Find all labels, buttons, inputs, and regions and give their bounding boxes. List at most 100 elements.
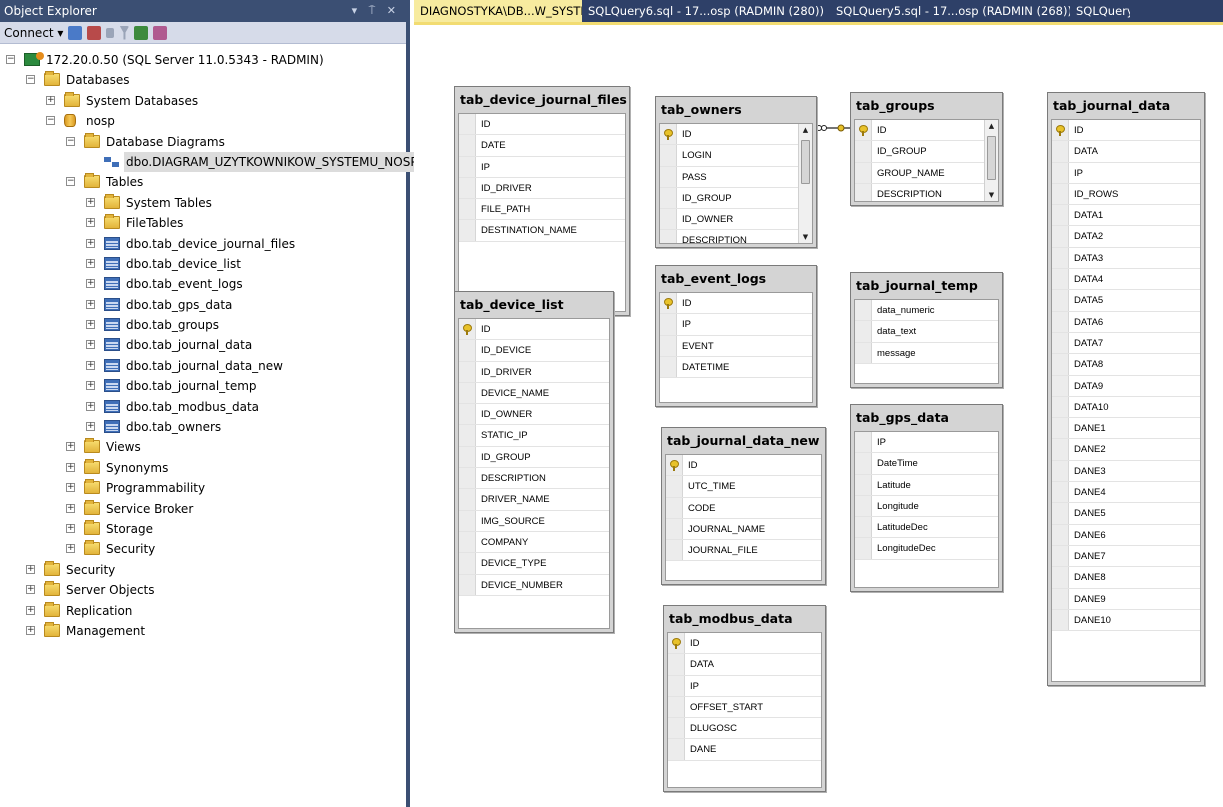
column-row[interactable]: PASS (660, 166, 812, 188)
column-row[interactable]: ID_GROUP (660, 187, 812, 210)
tree-node[interactable]: + System Tables (0, 193, 406, 213)
tree-node[interactable]: + dbo.tab_device_list (0, 254, 406, 274)
tree-node[interactable]: + dbo.tab_device_journal_files (0, 234, 406, 254)
column-row[interactable]: Longitude (855, 495, 998, 518)
expand-icon[interactable]: + (86, 258, 95, 268)
expand-icon[interactable]: + (86, 279, 95, 289)
column-row[interactable]: DESCRIPTION (660, 230, 812, 243)
column-row[interactable]: LatitudeDec (855, 517, 998, 539)
tree-node[interactable]: + dbo.tab_journal_data_new (0, 356, 406, 376)
column-row[interactable]: JOURNAL_FILE (666, 540, 821, 562)
expand-icon[interactable]: + (26, 605, 35, 615)
column-row[interactable]: DATA7 (1052, 332, 1200, 355)
column-row[interactable]: ID (668, 633, 821, 655)
expand-icon[interactable]: + (86, 218, 95, 228)
column-row[interactable]: DATA3 (1052, 247, 1200, 270)
tree-node[interactable]: + dbo.tab_modbus_data (0, 397, 406, 417)
column-row[interactable]: COMPANY (459, 531, 609, 554)
expand-icon[interactable]: + (86, 401, 95, 411)
column-row[interactable]: IP (459, 156, 625, 178)
column-row[interactable]: DESCRIPTION (459, 468, 609, 490)
tree-node[interactable]: − Tables (0, 172, 406, 192)
expand-icon[interactable]: + (86, 340, 95, 350)
column-row[interactable]: ID (660, 124, 812, 146)
column-row[interactable]: JOURNAL_NAME (666, 518, 821, 541)
diagram-table[interactable]: tab_device_list ID ID_DEVICE ID_DRIVER DEVIC… (454, 291, 614, 633)
collapse-icon[interactable]: − (66, 136, 75, 146)
column-row[interactable]: DATETIME (660, 356, 812, 379)
column-row[interactable]: DLUGOSC (668, 718, 821, 740)
expand-icon[interactable]: + (66, 523, 75, 533)
column-row[interactable]: DEVICE_NAME (459, 382, 609, 405)
column-row[interactable]: DESCRIPTION (855, 183, 998, 201)
tree-node[interactable]: − 172.20.0.50 (SQL Server 11.0.5343 - RAD… (0, 50, 406, 70)
column-row[interactable]: data_numeric (855, 300, 998, 322)
table-scrollbar[interactable]: ▲ ▼ (798, 124, 812, 243)
expand-icon[interactable]: + (86, 381, 95, 391)
tree-node[interactable]: + Service Broker (0, 499, 406, 519)
collapse-icon[interactable]: − (6, 55, 15, 64)
column-row[interactable]: ID_OWNER (459, 404, 609, 426)
filter-icon[interactable] (119, 25, 130, 40)
column-row[interactable]: DATA9 (1052, 375, 1200, 397)
column-row[interactable]: DATA (668, 654, 821, 676)
tree-node[interactable]: − Database Diagrams (0, 132, 406, 152)
column-row[interactable]: DATA1 (1052, 205, 1200, 227)
tree-node[interactable]: + dbo.tab_event_logs (0, 274, 406, 294)
tree-node[interactable]: + dbo.tab_journal_data (0, 335, 406, 355)
column-row[interactable]: DATA (1052, 141, 1200, 163)
table-scrollbar[interactable]: ▲ ▼ (984, 120, 998, 201)
stop-icon[interactable] (106, 27, 115, 38)
column-row[interactable]: DATA6 (1052, 311, 1200, 333)
column-row[interactable]: ID (660, 293, 812, 315)
column-row[interactable]: IP (855, 432, 998, 454)
document-tab[interactable]: SQLQuery6.sql - 17...osp (RADMIN (280)) (582, 0, 830, 22)
expand-icon[interactable]: + (66, 544, 75, 554)
column-row[interactable]: DANE7 (1052, 545, 1200, 568)
expand-icon[interactable]: + (46, 95, 55, 105)
column-row[interactable]: DANE5 (1052, 503, 1200, 525)
collapse-icon[interactable]: − (26, 75, 35, 85)
column-row[interactable]: DEVICE_NUMBER (459, 574, 609, 596)
column-row[interactable]: IP (668, 675, 821, 697)
column-row[interactable]: IP (1052, 162, 1200, 184)
tree-node[interactable]: + Storage (0, 519, 406, 539)
expand-icon[interactable]: + (66, 462, 75, 472)
column-row[interactable]: GROUP_NAME (855, 162, 998, 184)
column-row[interactable]: FILE_PATH (459, 199, 625, 221)
column-row[interactable]: ID (459, 114, 625, 136)
diagram-table[interactable]: tab_gps_data IP DateTime Latitude Longitude L… (850, 404, 1003, 592)
column-row[interactable]: LongitudeDec (855, 538, 998, 560)
expand-icon[interactable]: + (86, 238, 95, 248)
expand-icon[interactable]: + (86, 320, 95, 330)
scroll-down-icon[interactable]: ▼ (987, 191, 996, 199)
column-row[interactable]: message (855, 342, 998, 364)
expand-icon[interactable]: + (26, 585, 35, 595)
diagram-table[interactable]: tab_event_logs ID IP EVENT DATETIME (655, 265, 817, 407)
panel-window-controls[interactable]: ▾ ⍑ ✕ (352, 0, 400, 22)
expand-icon[interactable]: + (66, 503, 75, 513)
expand-icon[interactable]: + (66, 483, 75, 493)
tree-node[interactable]: − Databases (0, 70, 406, 90)
diagram-table[interactable]: tab_journal_data ID DATA IP ID_ROWS DATA1 DATA… (1047, 92, 1205, 686)
column-row[interactable]: DANE2 (1052, 439, 1200, 461)
column-row[interactable]: ID_DRIVER (459, 177, 625, 200)
tree-node[interactable]: + Programmability (0, 478, 406, 498)
column-row[interactable]: CODE (666, 497, 821, 519)
expand-icon[interactable]: + (86, 197, 95, 207)
column-row[interactable]: DateTime (855, 453, 998, 475)
tree-node[interactable]: + Views (0, 437, 406, 457)
collapse-icon[interactable]: − (46, 116, 55, 126)
column-row[interactable]: DANE4 (1052, 482, 1200, 504)
column-row[interactable]: Latitude (855, 474, 998, 496)
diagram-table[interactable]: tab_device_journal_files ID DATE IP ID_DRIVE… (454, 86, 630, 316)
tree-node[interactable]: + Management (0, 621, 406, 641)
diagram-table[interactable]: tab_modbus_data ID DATA IP OFFSET_START DLUGO… (663, 605, 826, 792)
column-row[interactable]: DESTINATION_NAME (459, 220, 625, 242)
column-row[interactable]: IP (660, 314, 812, 336)
tree-node[interactable]: + Security (0, 539, 406, 559)
column-row[interactable]: ID_GROUP (459, 446, 609, 469)
diagram-table[interactable]: tab_groups ID ID_GROUP GROUP_NAME DESCRIPTIO… (850, 92, 1003, 206)
tree-node[interactable]: + Server Objects (0, 580, 406, 600)
tree-node[interactable]: + dbo.tab_groups (0, 315, 406, 335)
